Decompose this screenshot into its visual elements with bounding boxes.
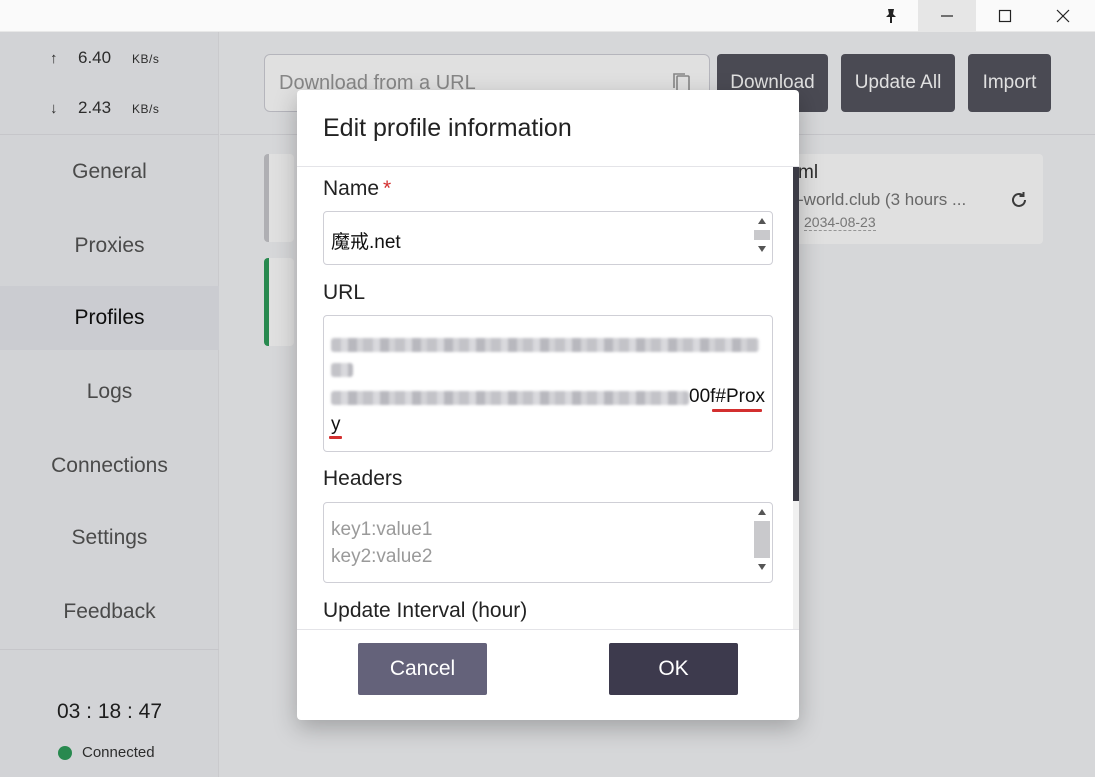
name-field-value: 魔戒.net [331, 232, 401, 253]
scrollbar-thumb[interactable] [754, 230, 770, 240]
close-icon[interactable] [1034, 0, 1092, 32]
spellcheck-underline [329, 436, 342, 439]
name-label-text: Name [323, 177, 380, 200]
headers-label: Headers [323, 467, 403, 490]
headers-placeholder-line: key1:value1 [331, 519, 433, 540]
name-field-scrollbar[interactable] [754, 214, 770, 256]
maximize-icon[interactable] [976, 0, 1034, 32]
scroll-up-icon[interactable] [754, 214, 770, 228]
cancel-button[interactable]: Cancel [358, 643, 487, 695]
url-visible-last: y [331, 414, 341, 435]
name-field[interactable]: 魔戒.net [323, 211, 773, 265]
scroll-up-icon[interactable] [754, 505, 770, 519]
dialog-scrollbar[interactable] [793, 167, 799, 629]
url-label: URL [323, 281, 366, 304]
required-mark: * [383, 177, 392, 200]
dialog-scrollbar-thumb[interactable] [793, 167, 799, 501]
url-redacted-line [331, 363, 353, 377]
dialog-title: Edit profile information [323, 114, 572, 142]
window-titlebar [0, 0, 1095, 32]
dialog-body: Name * 魔戒.net URL 00f#Prox y Headers key1… [297, 167, 799, 629]
scroll-down-icon[interactable] [754, 242, 770, 256]
update-interval-label: Update Interval (hour) [323, 599, 528, 622]
name-label: Name * [323, 177, 391, 201]
pin-icon[interactable] [862, 0, 920, 32]
spellcheck-underline [712, 409, 762, 412]
edit-profile-dialog: Edit profile information Name * 魔戒.net UR… [297, 90, 799, 720]
dialog-footer: Cancel OK [297, 629, 799, 720]
headers-field[interactable]: key1:value1 key2:value2 [323, 502, 773, 583]
minimize-icon[interactable] [918, 0, 976, 32]
headers-field-scrollbar[interactable] [754, 505, 770, 574]
ok-button[interactable]: OK [609, 643, 738, 695]
url-field[interactable]: 00f#Prox y [323, 315, 773, 452]
headers-placeholder-line: key2:value2 [331, 546, 433, 567]
url-redacted-line [331, 391, 689, 405]
url-redacted-line [331, 338, 759, 352]
scroll-down-icon[interactable] [754, 560, 770, 574]
url-visible-tail: 00f#Prox [689, 386, 766, 407]
scrollbar-thumb[interactable] [754, 521, 770, 558]
